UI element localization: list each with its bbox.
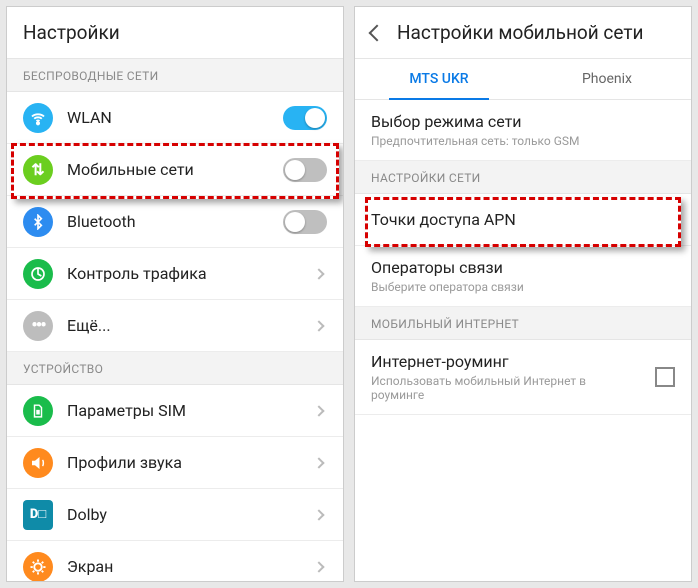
chevron-right-icon — [313, 561, 324, 572]
mobile-data-icon: ⇅ — [23, 155, 53, 185]
row-mobile-networks[interactable]: ⇅ Мобильные сети — [7, 144, 343, 196]
row-more[interactable]: ••• Ещё... — [7, 300, 343, 352]
screen-icon — [23, 552, 53, 582]
row-operators[interactable]: Операторы связи Выберите оператора связи — [355, 246, 691, 307]
chevron-right-icon — [313, 457, 324, 468]
mobile-toggle[interactable] — [283, 158, 327, 182]
page-title: Настройки — [7, 7, 343, 59]
roaming-sub: Использовать мобильный Интернет в роумин… — [371, 374, 641, 402]
more-label: Ещё... — [67, 316, 301, 335]
apn-label: Точки доступа APN — [371, 210, 675, 229]
traffic-icon — [23, 259, 53, 289]
row-wlan[interactable]: WLAN — [7, 92, 343, 144]
sim-tabs: MTS UKR Phoenix — [355, 59, 691, 100]
row-bluetooth[interactable]: Bluetooth — [7, 196, 343, 248]
bluetooth-label: Bluetooth — [67, 212, 269, 231]
back-icon[interactable] — [369, 24, 386, 41]
row-dolby[interactable]: D□ Dolby — [7, 489, 343, 541]
sim-label: Параметры SIM — [67, 401, 301, 420]
dolby-label: Dolby — [67, 505, 301, 524]
row-apn[interactable]: Точки доступа APN — [355, 194, 691, 246]
tab-phoenix[interactable]: Phoenix — [523, 59, 691, 99]
screen-label: Экран — [67, 557, 301, 576]
sim-icon — [23, 396, 53, 426]
chevron-right-icon — [313, 405, 324, 416]
row-sound[interactable]: Профили звука — [7, 437, 343, 489]
row-network-mode[interactable]: Выбор режима сети Предпочтительная сеть:… — [355, 100, 691, 161]
settings-screen: Настройки БЕСПРОВОДНЫЕ СЕТИ WLAN ⇅ Мобил… — [6, 6, 344, 582]
chevron-right-icon — [313, 509, 324, 520]
page-header: Настройки мобильной сети — [355, 7, 691, 59]
wifi-icon — [23, 103, 53, 133]
bluetooth-icon — [23, 207, 53, 237]
operators-label: Операторы связи — [371, 258, 675, 277]
mode-sub: Предпочтительная сеть: только GSM — [371, 134, 675, 148]
wlan-label: WLAN — [67, 108, 269, 127]
section-internet: МОБИЛЬНЫЙ ИНТЕРНЕТ — [355, 307, 691, 340]
title-text: Настройки — [23, 21, 120, 44]
roaming-label: Интернет-роуминг — [371, 352, 641, 371]
section-device: УСТРОЙСТВО — [7, 352, 343, 385]
chevron-right-icon — [313, 268, 324, 279]
sound-icon — [23, 448, 53, 478]
row-roaming[interactable]: Интернет-роуминг Использовать мобильный … — [355, 340, 691, 415]
mobile-network-settings-screen: Настройки мобильной сети MTS UKR Phoenix… — [354, 6, 692, 582]
bluetooth-toggle[interactable] — [283, 210, 327, 234]
sound-label: Профили звука — [67, 453, 301, 472]
wlan-toggle[interactable] — [283, 106, 327, 130]
chevron-right-icon — [313, 320, 324, 331]
row-traffic[interactable]: Контроль трафика — [7, 248, 343, 300]
mode-label: Выбор режима сети — [371, 112, 675, 131]
traffic-label: Контроль трафика — [67, 264, 301, 283]
row-sim[interactable]: Параметры SIM — [7, 385, 343, 437]
more-icon: ••• — [23, 311, 53, 341]
section-network: НАСТРОЙКИ СЕТИ — [355, 161, 691, 194]
title-text: Настройки мобильной сети — [397, 21, 643, 44]
operators-sub: Выберите оператора связи — [371, 280, 675, 294]
roaming-checkbox[interactable] — [655, 367, 675, 387]
row-screen[interactable]: Экран — [7, 541, 343, 582]
tab-mts-ukr[interactable]: MTS UKR — [355, 59, 523, 99]
dolby-icon: D□ — [23, 500, 53, 530]
mobile-label: Мобильные сети — [67, 160, 269, 179]
section-wireless: БЕСПРОВОДНЫЕ СЕТИ — [7, 59, 343, 92]
